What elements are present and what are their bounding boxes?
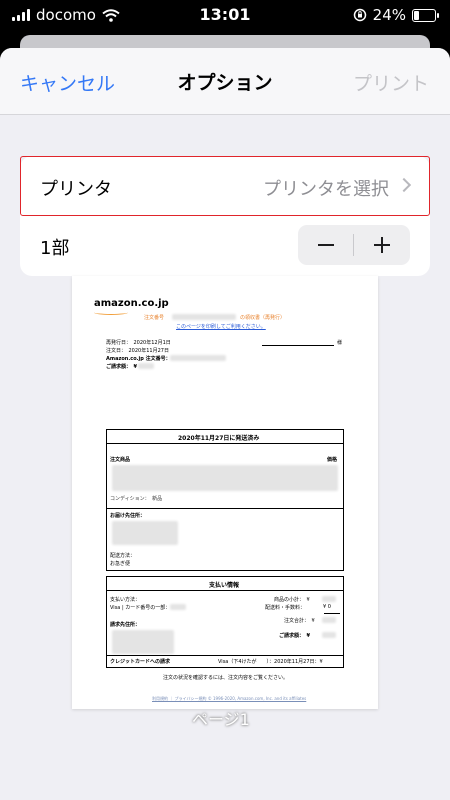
redacted-order-number (172, 314, 236, 320)
redacted-ship-address (112, 521, 178, 545)
battery-percent: 24% (372, 6, 406, 24)
payment-header-divider (106, 590, 344, 591)
status-bar: docomo 13:01 24% (0, 0, 450, 30)
shipment-header-divider (106, 443, 344, 444)
printer-label: プリンタ (40, 179, 112, 200)
shipping-fee-value: ¥ 0 (323, 604, 331, 610)
options-group: プリンタ プリンタを選択 1部 (20, 156, 430, 276)
item-condition: コンディション： 新品 (110, 496, 163, 502)
redacted-amount (138, 363, 154, 369)
payment-heading: 支払い情報 (209, 582, 240, 589)
increment-button[interactable] (354, 225, 410, 265)
reissue-date: 再発行日： 2020年12月1日 (106, 340, 171, 346)
payment-divider (106, 655, 344, 656)
cancel-button[interactable]: キャンセル (20, 69, 115, 96)
credit-card-billing-label: クレジットカードへの請求 (110, 659, 171, 665)
honorific: 様 (337, 340, 343, 346)
ship-method-value: お急ぎ便 (110, 561, 131, 567)
name-underline (262, 345, 334, 346)
shipping-fee-label: 配送料・手数料： (265, 605, 306, 611)
print-button[interactable]: プリント (353, 69, 429, 96)
printer-value: プリンタを選択 (263, 179, 389, 200)
billing-address-label: 請求先住所： (110, 622, 141, 628)
page-number-label: ページ1 (192, 710, 250, 729)
redacted-order-total (322, 617, 336, 623)
order-date: 注文日： 2020年11月27日 (106, 348, 169, 354)
payment-method-label: 支払い方法： (110, 597, 141, 603)
footer-note: 注文の状況を確認するには、注文内容をご覧ください。 (163, 675, 289, 681)
grand-total-label: ご請求額： ¥ (279, 633, 310, 639)
ordered-items-label: 注文商品 (110, 457, 131, 463)
print-preview-page[interactable]: amazon.co.jp 注文番号 の領収書（再発行） このページを印刷してご利… (72, 276, 378, 709)
redacted-order-id (170, 355, 226, 361)
battery-icon (412, 8, 439, 22)
print-instruction-link[interactable]: このページを印刷してご利用ください。 (176, 323, 266, 330)
card-info: Visa | カード番号の一部： (110, 605, 171, 611)
redacted-billing-address (112, 630, 174, 654)
decrement-button[interactable] (298, 225, 354, 265)
minus-icon (318, 244, 334, 246)
printer-select-row[interactable]: プリンタ プリンタを選択 (20, 156, 430, 216)
ship-to-label: お届け先住所： (110, 513, 146, 519)
redacted-subtotal (322, 596, 336, 602)
copies-label: 1部 (40, 238, 70, 259)
amazon-logo: amazon.co.jp (94, 298, 169, 309)
amazon-smile-logo (94, 310, 128, 315)
redacted-item-details (112, 465, 338, 491)
shipment-heading: 2020年11月27日に発送済み (178, 435, 260, 442)
credit-card-billing-detail: Visa（下4けたが ）：2020年11月27日：¥ (218, 659, 323, 665)
orientation-lock-icon (353, 8, 366, 22)
sum-rule (324, 613, 340, 614)
redacted-card-digits (170, 604, 186, 610)
subtotal-label: 商品の小計： ¥ (274, 597, 310, 603)
order-number-label: Amazon.co.jp 注文番号： (106, 356, 171, 362)
receipt-title-suffix: の領収書（再発行） (240, 315, 286, 321)
chevron-right-icon (396, 177, 412, 193)
receipt-title-prefix: 注文番号 (144, 315, 165, 321)
redacted-grand-total (322, 632, 336, 638)
ship-method-label: 配送方法： (110, 553, 136, 559)
order-total-label: 注文合計： ¥ (284, 618, 315, 624)
navigation-bar: キャンセル オプション プリント (0, 48, 450, 115)
footer-links[interactable]: 利用規約 ｜ プライバシー規約 © 1996-2020, Amazon.com,… (152, 696, 306, 702)
price-column-label: 価格 (327, 457, 338, 463)
copies-stepper (298, 225, 410, 265)
billing-amount: ご請求額： ¥ (106, 364, 137, 370)
shipment-divider (106, 508, 344, 509)
